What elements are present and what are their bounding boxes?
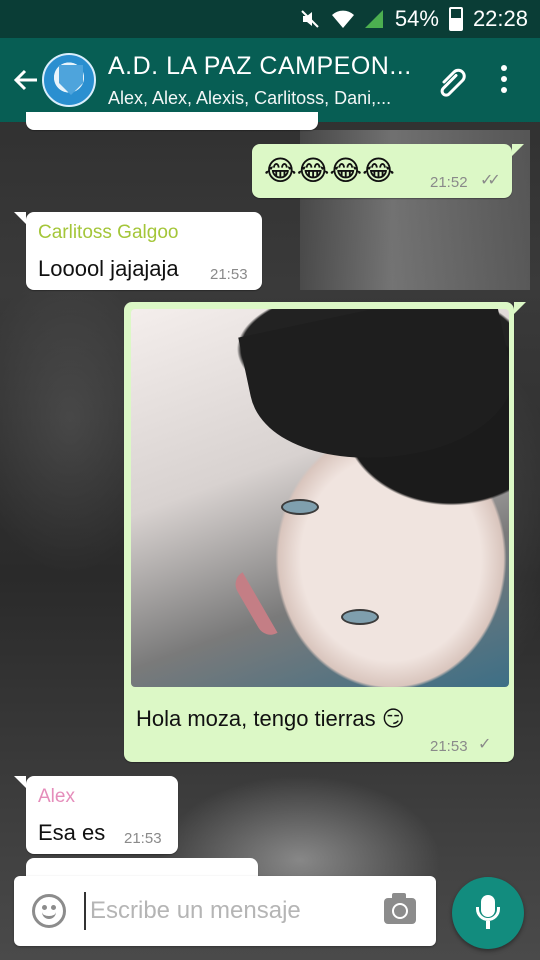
message-input[interactable]	[86, 886, 376, 936]
message-bubble-partial[interactable]	[26, 858, 258, 878]
message-bubble-incoming[interactable]: Carlitoss Galgoo Looool jajajaja 21:53	[14, 212, 262, 290]
bubble-tail	[14, 212, 26, 224]
signal-icon	[363, 8, 385, 30]
status-bar: 54% 22:28	[0, 0, 540, 38]
message-time: 21:53	[210, 266, 248, 283]
emoji-icon[interactable]	[32, 894, 66, 928]
image-caption: Hola moza, tengo tierras 😏	[136, 706, 405, 731]
sender-name[interactable]: Carlitoss Galgoo	[38, 222, 178, 244]
paperclip-icon[interactable]	[432, 62, 472, 102]
mute-icon	[299, 8, 321, 30]
more-options-icon[interactable]	[486, 60, 522, 100]
emoji-icon-mouth	[42, 912, 56, 919]
bubble-tail	[512, 144, 524, 156]
shared-photo[interactable]	[131, 309, 509, 687]
microphone-button[interactable]	[452, 877, 524, 949]
message-time: 21:52	[430, 174, 468, 191]
message-text: 😂😂😂😂	[264, 154, 395, 187]
message-time: 21:53	[124, 830, 162, 847]
photo-detail	[281, 499, 319, 515]
bubble-tail	[14, 776, 26, 788]
message-bubble-outgoing[interactable]: 😂😂😂😂 21:52 ✓✓	[252, 144, 524, 198]
group-avatar[interactable]	[42, 53, 96, 107]
group-title[interactable]: A.D. LA PAZ CAMPEON...	[108, 52, 418, 81]
battery-icon	[448, 7, 463, 31]
microphone-icon-leg	[486, 921, 490, 929]
club-crest-icon	[59, 65, 83, 95]
chat-header: A.D. LA PAZ CAMPEON... Alex, Alex, Alexi…	[0, 38, 540, 122]
photo-detail	[230, 572, 278, 640]
photo-detail	[238, 309, 509, 485]
message-text: Looool jajajaja	[38, 256, 179, 281]
sender-name[interactable]: Alex	[38, 786, 75, 808]
bubble-tail	[514, 302, 526, 314]
clock: 22:28	[472, 6, 528, 31]
image-message-bubble[interactable]: Hola moza, tengo tierras 😏 21:53 ✓	[124, 302, 526, 762]
message-time: 21:53	[430, 738, 468, 755]
back-arrow-icon[interactable]	[8, 60, 44, 100]
message-bubble-incoming[interactable]: Alex Esa es 21:53	[14, 776, 178, 854]
microphone-icon-stand	[476, 907, 500, 921]
camera-icon[interactable]	[384, 893, 416, 924]
message-text: Esa es	[38, 820, 106, 845]
group-members[interactable]: Alex, Alex, Alexis, Carlitoss, Dani,...	[108, 88, 418, 109]
message-composer	[14, 876, 436, 946]
message-bubble-partial[interactable]	[26, 112, 318, 130]
double-check-icon: ✓✓	[480, 172, 501, 189]
battery-percentage: 54%	[394, 6, 439, 31]
wifi-icon	[331, 8, 354, 30]
check-icon: ✓	[478, 736, 492, 753]
photo-detail	[341, 609, 379, 625]
